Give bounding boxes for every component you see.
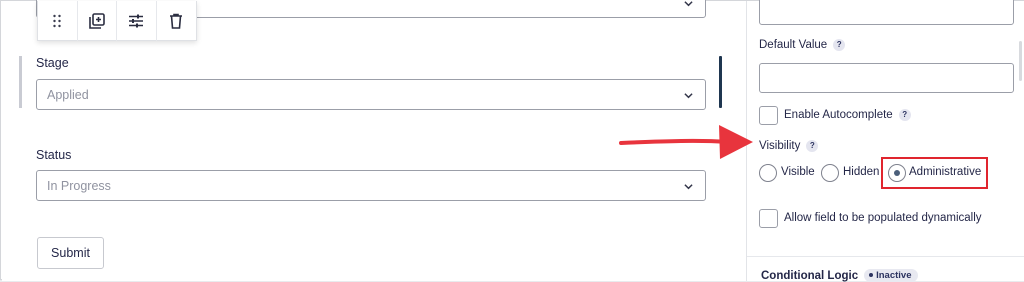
chevron-down-icon (684, 1, 693, 7)
status-dot (869, 273, 874, 277)
trash-icon (170, 13, 183, 29)
visibility-text: Visibility (759, 140, 801, 152)
duplicate-button[interactable] (78, 1, 117, 41)
app-window: Stage Applied Status In Progress Submit … (0, 0, 1024, 282)
selection-indicator-right (719, 56, 722, 108)
visibility-radio-hidden[interactable] (821, 164, 839, 182)
visibility-option-hidden[interactable]: Hidden (843, 166, 879, 178)
previous-setting-input[interactable] (759, 0, 1014, 25)
visibility-option-visible[interactable]: Visible (781, 166, 815, 178)
status-badge: Inactive (864, 269, 918, 282)
submit-button[interactable]: Submit (37, 237, 104, 269)
status-badge-text: Inactive (876, 270, 912, 281)
default-value-input[interactable] (759, 63, 1014, 93)
field-settings-panel: Default Value? Enable Autocomplete? Visi… (746, 0, 1024, 282)
default-value-label: Default Value? (759, 39, 846, 51)
status-select[interactable]: In Progress (36, 170, 706, 201)
visibility-radio-visible[interactable] (759, 164, 777, 182)
visibility-label: Visibility? (759, 140, 819, 152)
stage-label: Stage (36, 56, 69, 70)
stage-select-value: Applied (47, 88, 89, 102)
selection-indicator-left (19, 56, 22, 108)
conditional-logic-toggle[interactable]: Conditional Logic Inactive (761, 269, 918, 282)
stage-select[interactable]: Applied (36, 79, 706, 110)
delete-button[interactable] (157, 1, 196, 41)
enable-autocomplete-label: Enable Autocomplete? (784, 109, 911, 121)
enable-autocomplete-text: Enable Autocomplete (784, 109, 893, 121)
populate-dynamically-label: Allow field to be populated dynamically (784, 212, 982, 224)
help-icon[interactable]: ? (806, 140, 819, 152)
annotation-highlight-box (881, 157, 988, 189)
settings-button[interactable] (117, 1, 157, 41)
chevron-down-icon (684, 93, 693, 99)
chevron-down-icon (684, 184, 693, 190)
drag-handle-icon (53, 14, 61, 28)
help-icon[interactable]: ? (833, 39, 846, 51)
panel-divider (747, 256, 1024, 257)
enable-autocomplete-checkbox[interactable] (759, 106, 778, 125)
help-icon[interactable]: ? (898, 109, 911, 121)
form-canvas: Stage Applied Status In Progress Submit (2, 0, 746, 281)
populate-dynamically-checkbox[interactable] (759, 209, 778, 228)
panel-scrollbar[interactable] (1019, 41, 1022, 81)
settings-sliders-icon (129, 14, 144, 28)
drag-handle-button[interactable] (38, 1, 78, 41)
duplicate-icon (88, 13, 105, 29)
status-select-value: In Progress (47, 179, 111, 193)
default-value-text: Default Value (759, 39, 828, 51)
status-label: Status (36, 148, 72, 162)
conditional-logic-label: Conditional Logic (761, 270, 859, 282)
field-toolbar (37, 1, 197, 41)
